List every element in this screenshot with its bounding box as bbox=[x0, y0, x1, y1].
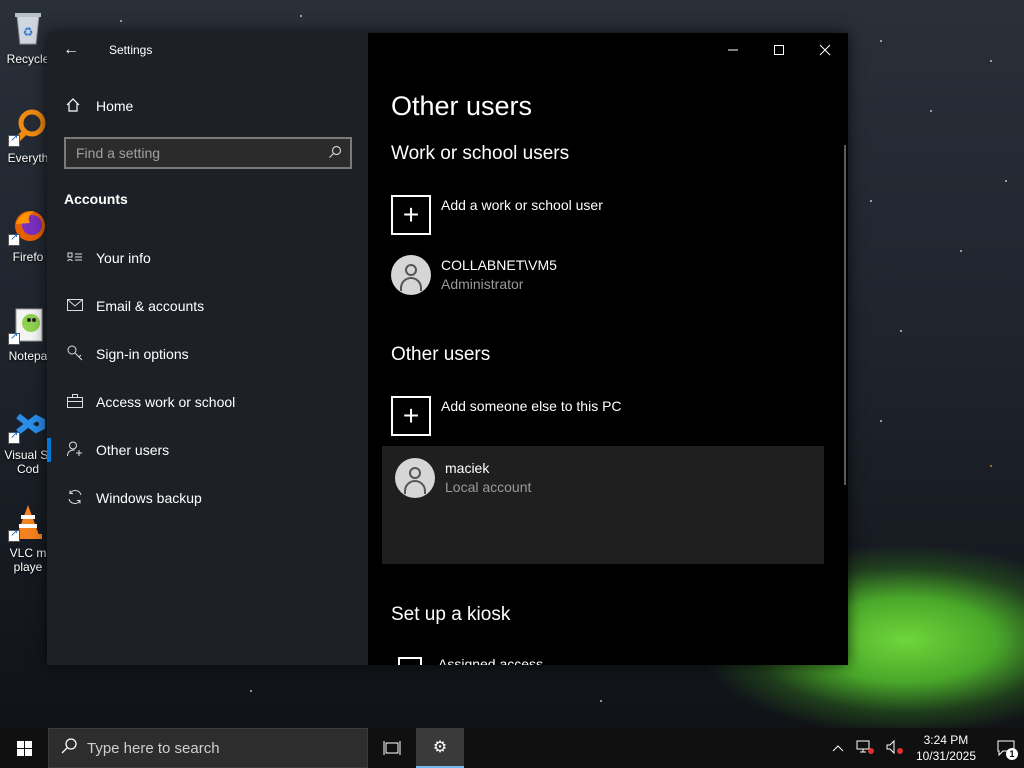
section-heading: Accounts bbox=[64, 191, 128, 207]
nav-home[interactable]: Home bbox=[47, 88, 368, 124]
kiosk-heading: Set up a kiosk bbox=[391, 604, 511, 625]
windows-logo-icon bbox=[16, 740, 32, 756]
sidebar-item-windows-backup[interactable]: Windows backup bbox=[47, 478, 368, 518]
other-users-heading: Other users bbox=[391, 344, 491, 365]
back-button[interactable]: ← bbox=[47, 33, 95, 66]
taskbar: Type here to search ⚙ 3:24 PM 10/31/2025… bbox=[0, 728, 1024, 768]
system-tray: 3:24 PM 10/31/2025 1 bbox=[826, 728, 1024, 768]
person-add-icon bbox=[64, 441, 86, 460]
briefcase-icon bbox=[64, 393, 86, 411]
find-setting-placeholder: Find a setting bbox=[76, 145, 161, 161]
work-user-row[interactable]: COLLABNET\VM5 Administrator bbox=[391, 255, 831, 305]
add-someone-else-button[interactable]: + Add someone else to this PC bbox=[391, 396, 831, 446]
action-center-button[interactable]: 1 bbox=[988, 728, 1024, 768]
clock[interactable]: 3:24 PM 10/31/2025 bbox=[916, 732, 976, 764]
shortcut-arrow-icon bbox=[8, 331, 20, 345]
task-view-button[interactable] bbox=[368, 728, 416, 768]
notification-count-badge: 1 bbox=[1006, 748, 1018, 760]
everything-search-icon bbox=[8, 107, 48, 147]
taskbar-settings-app[interactable]: ⚙ bbox=[416, 728, 464, 768]
minimize-button[interactable] bbox=[710, 33, 756, 66]
shortcut-arrow-icon bbox=[8, 232, 20, 246]
close-icon bbox=[819, 44, 831, 55]
assigned-access-label[interactable]: Assigned access bbox=[438, 657, 543, 665]
user-role: Local account bbox=[445, 479, 532, 495]
clock-date: 10/31/2025 bbox=[915, 749, 976, 763]
settings-sidebar: ← Settings Home Find a setting Accounts … bbox=[47, 33, 368, 665]
add-work-school-user-button[interactable]: + Add a work or school user bbox=[391, 195, 831, 245]
task-view-icon bbox=[383, 741, 401, 755]
maximize-icon bbox=[774, 44, 784, 55]
home-icon bbox=[65, 97, 87, 116]
start-button[interactable] bbox=[0, 728, 48, 768]
sidebar-item-access-work-school[interactable]: Access work or school bbox=[47, 382, 368, 422]
maximize-button[interactable] bbox=[756, 33, 802, 66]
search-icon bbox=[328, 145, 342, 162]
taskbar-search-placeholder: Type here to search bbox=[87, 739, 220, 757]
sidebar-item-label: Email & accounts bbox=[96, 298, 205, 314]
network-icon[interactable] bbox=[856, 740, 874, 757]
firefox-icon bbox=[8, 206, 48, 246]
add-work-school-user-label: Add a work or school user bbox=[441, 197, 603, 213]
search-icon bbox=[61, 738, 77, 758]
title-bar: ← Settings bbox=[47, 33, 368, 66]
back-arrow-icon: ← bbox=[63, 40, 79, 58]
svg-text:♻: ♻ bbox=[23, 25, 34, 39]
shortcut-arrow-icon bbox=[8, 430, 20, 444]
chevron-up-icon[interactable] bbox=[832, 741, 844, 755]
volume-muted-icon[interactable] bbox=[886, 739, 904, 757]
notepad-plus-plus-icon bbox=[8, 305, 48, 345]
user-avatar-icon bbox=[395, 458, 435, 498]
content-pane: Other users Work or school users + Add a… bbox=[368, 33, 848, 665]
sidebar-item-email-accounts[interactable]: Email & accounts bbox=[47, 286, 368, 326]
user-role: Administrator bbox=[441, 276, 524, 292]
page-title: Other users bbox=[391, 91, 533, 121]
sidebar-item-label: Your info bbox=[96, 250, 151, 266]
caption-buttons bbox=[710, 33, 848, 66]
add-someone-else-label: Add someone else to this PC bbox=[441, 398, 622, 414]
sidebar-item-your-info[interactable]: Your info bbox=[47, 238, 368, 278]
sidebar-item-label: Other users bbox=[96, 442, 170, 458]
other-user-row[interactable]: maciek Local account bbox=[395, 458, 835, 508]
scrollbar[interactable] bbox=[844, 145, 846, 485]
key-icon bbox=[64, 345, 86, 364]
taskbar-search-box[interactable]: Type here to search bbox=[48, 728, 368, 768]
user-avatar-icon bbox=[391, 255, 431, 295]
sidebar-item-label: Access work or school bbox=[96, 394, 236, 410]
plus-icon: + bbox=[391, 396, 431, 436]
gear-icon: ⚙ bbox=[432, 739, 448, 756]
settings-window: ← Settings Home Find a setting Accounts … bbox=[47, 33, 848, 665]
mail-icon bbox=[64, 298, 86, 314]
recycle-bin-icon: ♻ bbox=[8, 8, 48, 48]
sidebar-item-label: Windows backup bbox=[96, 490, 202, 506]
sidebar-item-sign-in-options[interactable]: Sign-in options bbox=[47, 334, 368, 374]
app-title: Settings bbox=[109, 42, 153, 57]
close-button[interactable] bbox=[802, 33, 848, 66]
nav-home-label: Home bbox=[96, 98, 134, 114]
shortcut-arrow-icon bbox=[8, 528, 20, 542]
sidebar-item-label: Sign-in options bbox=[96, 346, 189, 362]
sync-icon bbox=[64, 489, 86, 508]
clock-time: 3:24 PM bbox=[923, 733, 969, 747]
minimize-icon bbox=[728, 49, 738, 50]
find-setting-input[interactable]: Find a setting bbox=[64, 137, 352, 169]
vlc-cone-icon bbox=[8, 502, 48, 542]
user-name: maciek bbox=[445, 460, 490, 476]
plus-icon: + bbox=[391, 195, 431, 235]
user-name: COLLABNET\VM5 bbox=[441, 257, 557, 273]
shortcut-arrow-icon bbox=[8, 133, 20, 147]
assigned-access-icon bbox=[398, 657, 422, 665]
vscode-icon bbox=[8, 404, 48, 444]
sidebar-item-other-users[interactable]: Other users bbox=[47, 430, 368, 470]
contact-card-icon bbox=[64, 250, 86, 267]
work-school-heading: Work or school users bbox=[391, 143, 570, 164]
